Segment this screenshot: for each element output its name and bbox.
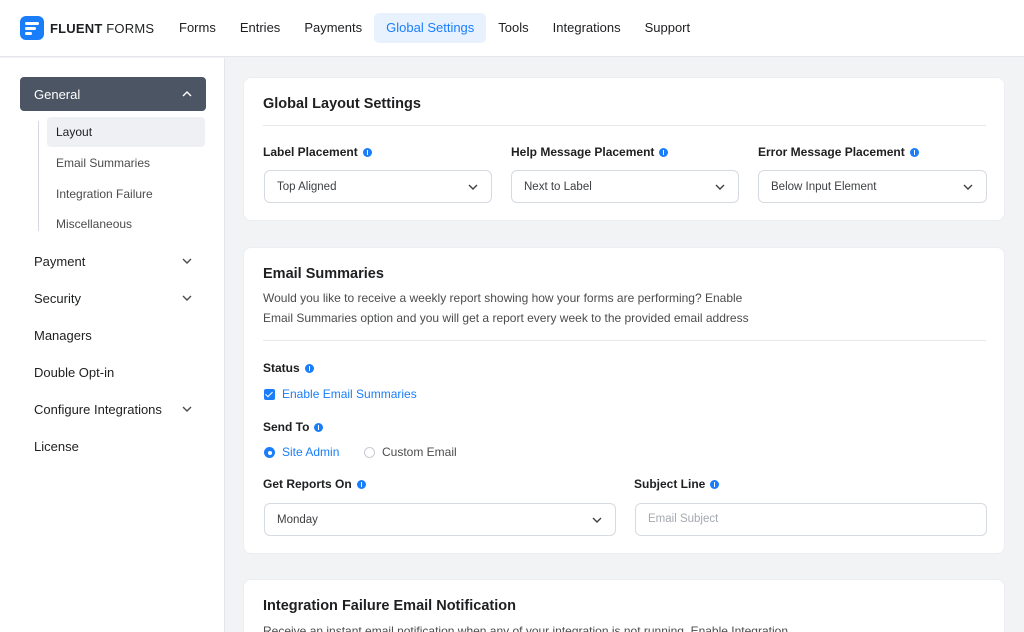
field-label-text: Get Reports On (263, 477, 352, 491)
info-icon[interactable] (909, 147, 919, 157)
field-label-text: Status (263, 361, 300, 375)
sidebar-subitem-integration-failure[interactable]: Integration Failure (47, 179, 205, 209)
help-message-placement-label: Help Message Placement (511, 145, 669, 159)
sidebar-item-label: General (34, 86, 81, 102)
submenu-guide-line (38, 121, 39, 231)
brand-logo[interactable]: FLUENT FORMS (20, 16, 167, 40)
nav-payments[interactable]: Payments (292, 13, 374, 43)
send-to-custom-email-radio[interactable] (364, 447, 375, 458)
info-icon[interactable] (356, 479, 366, 489)
nav-entries[interactable]: Entries (228, 13, 292, 43)
nav-support[interactable]: Support (633, 13, 703, 43)
settings-sidebar: General Layout Email Summaries Integrati… (0, 58, 225, 632)
sidebar-item-double-opt-in[interactable]: Double Opt-in (20, 357, 206, 387)
nav-global-settings[interactable]: Global Settings (374, 13, 487, 43)
chevron-down-icon (468, 184, 478, 190)
info-icon[interactable] (362, 147, 372, 157)
sidebar-item-label: Security (34, 290, 81, 306)
card-title: Integration Failure Email Notification (263, 598, 516, 614)
email-summaries-card: Email Summaries Would you like to receiv… (243, 247, 1005, 554)
error-message-placement-select[interactable]: Below Input Element (758, 170, 987, 203)
divider (263, 125, 986, 126)
select-value: Monday (277, 513, 318, 526)
sidebar-item-configure-integrations[interactable]: Configure Integrations (20, 394, 206, 424)
site-admin-label[interactable]: Site Admin (282, 445, 339, 459)
error-message-placement-label: Error Message Placement (758, 145, 919, 159)
sidebar-item-label: Double Opt-in (34, 364, 115, 380)
info-icon[interactable] (659, 147, 669, 157)
sidebar-item-managers[interactable]: Managers (20, 320, 206, 350)
description-line: Email Summaries option and you will get … (263, 310, 749, 325)
label-placement-select[interactable]: Top Aligned (264, 170, 492, 203)
help-message-placement-select[interactable]: Next to Label (511, 170, 739, 203)
brand-name: FLUENT FORMS (50, 20, 155, 36)
nav-integrations[interactable]: Integrations (541, 13, 633, 43)
main-nav: Forms Entries Payments Global Settings T… (167, 0, 702, 57)
integration-failure-card: Integration Failure Email Notification R… (243, 579, 1005, 632)
email-summaries-description: Would you like to receive a weekly repor… (263, 289, 803, 328)
chevron-down-icon (963, 184, 973, 190)
info-icon[interactable] (314, 422, 324, 432)
send-to-site-admin-radio[interactable] (264, 447, 275, 458)
field-label-text: Send To (263, 420, 310, 434)
sidebar-item-label: License (34, 438, 79, 454)
chevron-down-icon (592, 517, 602, 523)
subject-line-label: Subject Line (634, 477, 720, 491)
description-line: Would you like to receive a weekly repor… (263, 291, 743, 305)
get-reports-on-label: Get Reports On (263, 477, 366, 491)
enable-email-summaries-label[interactable]: Enable Email Summaries (282, 387, 417, 401)
sidebar-item-payment[interactable]: Payment (20, 246, 206, 276)
nav-forms[interactable]: Forms (167, 13, 228, 43)
card-title: Global Layout Settings (263, 96, 421, 112)
sidebar-item-security[interactable]: Security (20, 283, 206, 313)
field-label-text: Subject Line (634, 477, 706, 491)
chevron-down-icon (182, 295, 192, 301)
sidebar-item-general[interactable]: General (20, 77, 206, 111)
custom-email-label[interactable]: Custom Email (382, 445, 457, 459)
divider (263, 340, 986, 341)
sidebar-subitem-layout[interactable]: Layout (47, 117, 205, 147)
nav-tools[interactable]: Tools (486, 13, 540, 43)
chevron-down-icon (182, 258, 192, 264)
field-label-text: Label Placement (263, 145, 358, 159)
sidebar-subitem-miscellaneous[interactable]: Miscellaneous (47, 209, 205, 239)
info-icon[interactable] (304, 363, 314, 373)
sidebar-subitem-email-summaries[interactable]: Email Summaries (47, 148, 205, 178)
chevron-down-icon (182, 406, 192, 412)
label-placement-label: Label Placement (263, 145, 372, 159)
field-label-text: Help Message Placement (511, 145, 655, 159)
sidebar-item-label: Managers (34, 327, 92, 343)
card-title: Email Summaries (263, 266, 384, 282)
fluent-forms-logo-icon (20, 16, 44, 40)
get-reports-on-select[interactable]: Monday (264, 503, 616, 536)
status-label: Status (263, 361, 314, 375)
global-layout-settings-card: Global Layout Settings Label Placement T… (243, 77, 1005, 221)
chevron-down-icon (715, 184, 725, 190)
enable-email-summaries-checkbox[interactable] (264, 389, 275, 400)
top-navigation-bar: FLUENT FORMS Forms Entries Payments Glob… (0, 0, 1024, 57)
info-icon[interactable] (710, 479, 720, 489)
select-value: Top Aligned (277, 180, 337, 193)
email-subject-input[interactable]: Email Subject (635, 503, 987, 536)
chevron-up-icon (182, 91, 192, 97)
send-to-label: Send To (263, 420, 324, 434)
sidebar-item-label: Configure Integrations (34, 401, 162, 417)
select-value: Below Input Element (771, 180, 877, 193)
select-value: Next to Label (524, 180, 592, 193)
sidebar-item-label: Payment (34, 253, 86, 269)
field-label-text: Error Message Placement (758, 145, 905, 159)
sidebar-item-license[interactable]: License (20, 431, 206, 461)
integration-failure-description: Receive an instant email notification wh… (263, 624, 788, 632)
